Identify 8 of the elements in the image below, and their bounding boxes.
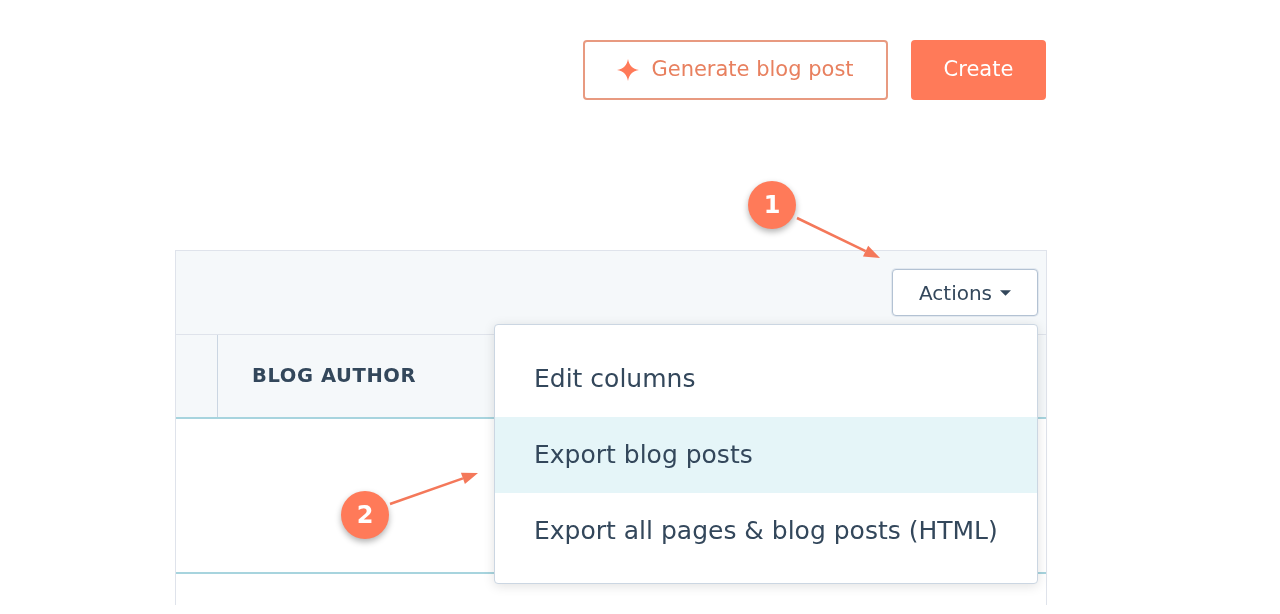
menu-item[interactable]: Export blog posts [495,417,1037,493]
step-number: 1 [748,181,796,229]
sparkle-icon [617,59,640,81]
actions-button[interactable]: Actions [892,269,1038,316]
menu-item[interactable]: Export all pages & blog posts (HTML) [495,493,1037,569]
menu-item[interactable]: Edit columns [495,341,1037,417]
caret-icon [1000,289,1012,296]
column-header[interactable]: BLOG AUTHOR [218,335,417,417]
